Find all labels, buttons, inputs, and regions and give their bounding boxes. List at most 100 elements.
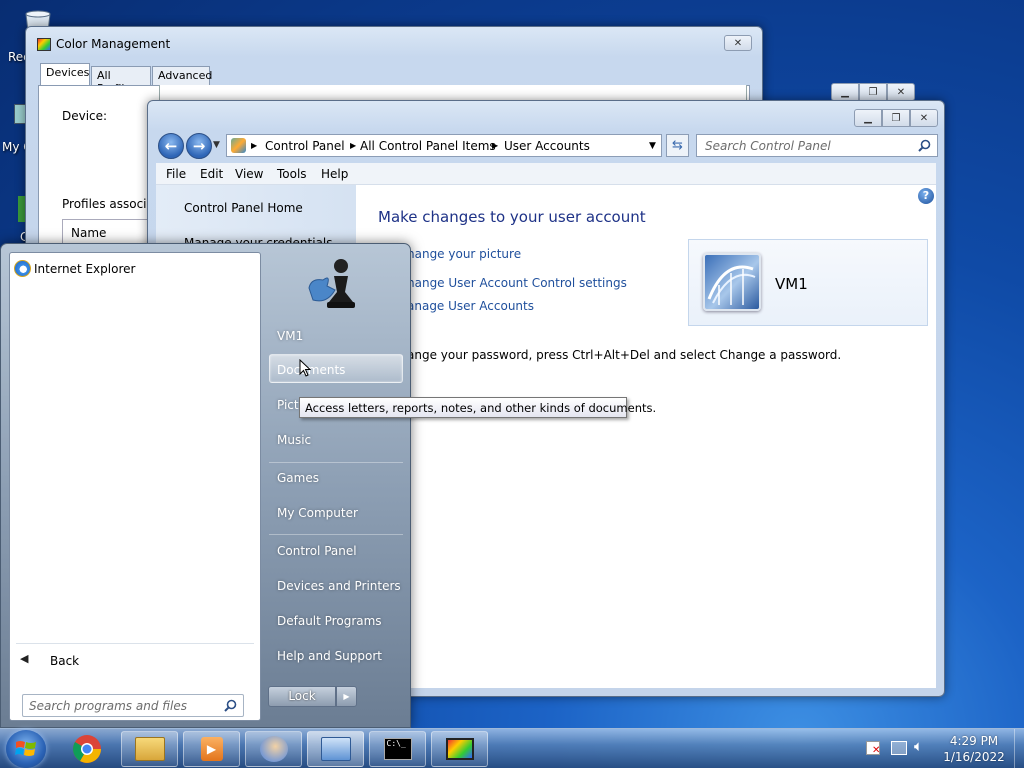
shutdown-options-button[interactable]: ▶ <box>336 686 357 707</box>
control-panel-taskbar-button[interactable] <box>307 731 364 767</box>
minimize-button-bg[interactable]: ▁ <box>831 83 859 101</box>
breadcrumb-arrow-icon: ▶ <box>350 141 357 150</box>
start-separator <box>269 462 403 463</box>
media-player-taskbar-button[interactable]: ▶ <box>183 731 240 767</box>
uac-settings-link[interactable]: hange User Account Control settings <box>407 276 627 290</box>
back-button[interactable]: ← <box>158 133 184 159</box>
navigation-bar: ← → ▼ ▶ Control Panel ▶ All Control Pane… <box>156 132 938 160</box>
control-panel-home-link[interactable]: Control Panel Home <box>184 201 303 215</box>
start-item-default-programs[interactable]: Default Programs <box>277 614 382 628</box>
start-item-music[interactable]: Music <box>277 433 311 447</box>
start-item-my-computer[interactable]: My Computer <box>277 506 358 520</box>
maximize-button-bg[interactable]: ❐ <box>859 83 887 101</box>
documents-tooltip: Access letters, reports, notes, and othe… <box>299 397 656 418</box>
windows-logo-icon <box>15 741 36 756</box>
clock[interactable]: 4:29 PM 1/16/2022 <box>936 734 1012 764</box>
maximize-icon: ❐ <box>891 112 901 124</box>
device-select[interactable] <box>159 85 747 101</box>
user-avatar[interactable] <box>301 254 371 312</box>
minimize-icon: ▁ <box>864 112 872 124</box>
close-button[interactable]: ✕ <box>910 109 938 127</box>
password-instructions: ange your password, press Ctrl+Alt+Del a… <box>407 348 842 362</box>
back-button[interactable]: ◀ Back <box>12 649 252 673</box>
breadcrumb-all-items[interactable]: All Control Panel Items <box>360 139 496 153</box>
color-management-icon <box>37 38 51 51</box>
menu-file[interactable]: File <box>166 167 186 181</box>
roller-coaster-icon <box>707 265 756 305</box>
menu-tools[interactable]: Tools <box>277 167 307 181</box>
help-icon: ? <box>922 189 930 202</box>
start-menu: Internet Explorer ◀ Back Search programs… <box>0 243 411 728</box>
chess-piece-icon <box>308 259 355 308</box>
command-prompt-icon: C:\_ <box>383 738 412 760</box>
start-item-games[interactable]: Games <box>277 471 319 485</box>
explorer-taskbar-button[interactable] <box>121 731 178 767</box>
chrome-icon <box>73 735 101 763</box>
manage-user-accounts-link[interactable]: anage User Accounts <box>407 299 534 313</box>
menu-view[interactable]: View <box>235 167 263 181</box>
start-item-control-panel[interactable]: Control Panel <box>277 544 357 558</box>
start-button[interactable] <box>6 730 46 768</box>
program-item-internet-explorer[interactable]: Internet Explorer <box>12 257 252 279</box>
start-menu-programs-pane: Internet Explorer ◀ Back Search programs… <box>9 252 261 721</box>
color-management-taskbar-button[interactable] <box>431 731 488 767</box>
help-button[interactable]: ? <box>918 188 934 204</box>
breadcrumb-user-accounts[interactable]: User Accounts <box>504 139 590 153</box>
cmd-taskbar-button[interactable]: C:\_ <box>369 731 426 767</box>
page-heading: Make changes to your user account <box>378 208 646 226</box>
user-accounts-taskbar-button[interactable] <box>245 731 302 767</box>
menu-bar: File Edit View Tools Help <box>156 163 936 185</box>
refresh-button[interactable]: ⇆ <box>666 134 689 157</box>
action-center-icon[interactable]: ✕ <box>866 741 880 756</box>
search-icon <box>918 139 931 152</box>
taskbar: ▶ C:\_ ✕ 🔈︎ 4:29 PM 1/16/2022 <box>0 728 1024 768</box>
forward-arrow-icon: → <box>192 137 206 155</box>
tab-all-profiles[interactable]: All Profiles <box>91 66 151 95</box>
minimize-button[interactable]: ▁ <box>854 109 882 127</box>
name-column-header[interactable]: Name <box>71 226 106 240</box>
color-management-title: Color Management <box>56 37 171 51</box>
chrome-taskbar-button[interactable] <box>71 733 105 765</box>
user-accounts-icon <box>259 736 288 762</box>
profiles-label: Profiles associat <box>62 197 159 211</box>
start-item-vm1[interactable]: VM1 <box>277 329 303 343</box>
volume-icon[interactable]: 🔈︎ <box>914 737 923 755</box>
change-picture-link[interactable]: hange your picture <box>407 247 521 261</box>
user-account-card: VM1 <box>688 239 928 326</box>
close-icon: ✕ <box>733 37 743 49</box>
maximize-button[interactable]: ❐ <box>882 109 910 127</box>
minimize-icon: ▁ <box>841 86 849 98</box>
maximize-icon: ❐ <box>868 86 878 98</box>
start-item-pictures[interactable]: Pict <box>277 398 299 412</box>
show-desktop-button[interactable] <box>1014 729 1024 768</box>
start-item-documents[interactable]: Documents <box>269 354 403 383</box>
tab-advanced[interactable]: Advanced <box>152 66 212 85</box>
start-search-input[interactable]: Search programs and files <box>22 694 244 717</box>
user-picture <box>703 253 761 311</box>
start-item-devices-printers[interactable]: Devices and Printers <box>277 579 401 593</box>
user-name: VM1 <box>775 275 808 293</box>
breadcrumb-control-panel[interactable]: Control Panel <box>265 139 345 153</box>
clock-time: 4:29 PM <box>949 734 999 748</box>
forward-button[interactable]: → <box>186 133 212 159</box>
refresh-icon: ⇆ <box>672 138 683 153</box>
network-icon[interactable] <box>891 741 907 755</box>
programs-separator <box>16 643 254 644</box>
tab-devices[interactable]: Devices <box>40 63 90 86</box>
file-explorer-icon <box>134 737 165 761</box>
control-panel-content: ? Make changes to your user account hang… <box>356 185 936 688</box>
close-button-bg[interactable]: ✕ <box>887 83 915 101</box>
control-panel-icon <box>320 737 351 761</box>
menu-edit[interactable]: Edit <box>200 167 223 181</box>
lock-button[interactable]: Lock <box>268 686 336 707</box>
search-control-panel-input[interactable]: Search Control Panel <box>696 134 938 157</box>
address-dropdown-icon[interactable]: ▼ <box>649 141 656 151</box>
start-item-help-support[interactable]: Help and Support <box>277 649 382 663</box>
recent-pages-dropdown[interactable]: ▼ <box>213 140 220 150</box>
breadcrumb-arrow-icon: ▶ <box>251 141 258 150</box>
program-label: Internet Explorer <box>34 262 136 276</box>
color-management-icon <box>445 738 474 760</box>
close-button[interactable]: ✕ <box>724 35 752 51</box>
menu-help[interactable]: Help <box>321 167 348 181</box>
address-bar[interactable]: ▶ Control Panel ▶ All Control Panel Item… <box>226 134 662 157</box>
